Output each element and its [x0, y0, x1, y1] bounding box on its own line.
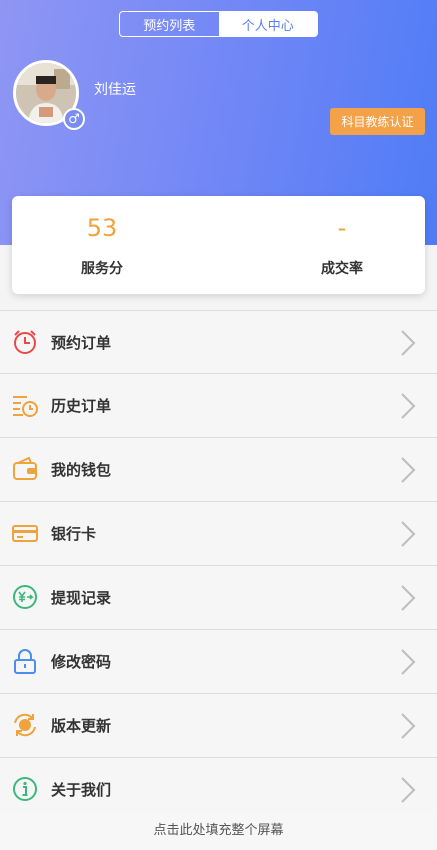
fill-screen-prompt[interactable]: 点击此处填充整个屏幕 [0, 812, 437, 850]
menu-item-label: 预约订单 [51, 334, 112, 352]
info-icon [13, 777, 37, 801]
menu-item-my-wallet[interactable]: 我的钱包 [0, 438, 437, 502]
service-score-value: 53 [86, 214, 118, 242]
menu-item-withdrawal-records[interactable]: 提现记录 [0, 566, 437, 630]
refresh-icon [14, 713, 36, 737]
withdraw-yen-icon [13, 585, 37, 609]
username: 刘佳运 [94, 82, 136, 98]
menu-item-label: 提现记录 [51, 589, 112, 607]
menu-item-change-password[interactable]: 修改密码 [0, 630, 437, 694]
service-score-stat[interactable]: 53 服务分 [12, 196, 192, 294]
menu-item-label: 历史订单 [51, 397, 112, 415]
segmented-control: 预约列表 个人中心 [119, 11, 318, 37]
chevron-right-icon [401, 649, 416, 675]
chevron-right-icon [401, 777, 416, 803]
menu-item-appointment-orders[interactable]: 预约订单 [0, 310, 437, 374]
conversion-rate-stat[interactable]: - 成交率 [252, 196, 432, 294]
tab-personal-center[interactable]: 个人中心 [218, 12, 317, 36]
coach-certification-button[interactable]: 科目教练认证 [330, 108, 425, 135]
chevron-right-icon [401, 521, 416, 547]
menu-list: 预约订单 历史订单 我的钱包 银行卡 提现记录 修改密码 版本更新 关于我们 [0, 310, 437, 822]
stats-card: 53 服务分 - 成交率 [12, 196, 425, 294]
chevron-right-icon [401, 457, 416, 483]
lock-icon [14, 649, 36, 674]
menu-item-version-update[interactable]: 版本更新 [0, 694, 437, 758]
bank-card-icon [12, 525, 38, 542]
menu-item-label: 我的钱包 [51, 461, 112, 479]
menu-item-label: 版本更新 [51, 717, 112, 735]
menu-item-label: 修改密码 [51, 653, 112, 671]
conversion-rate-label: 成交率 [321, 261, 363, 277]
chevron-right-icon [401, 393, 416, 419]
service-score-label: 服务分 [81, 261, 123, 277]
conversion-rate-value: - [337, 214, 347, 242]
history-clock-icon [13, 396, 38, 417]
menu-item-history-orders[interactable]: 历史订单 [0, 374, 437, 438]
chevron-right-icon [401, 713, 416, 739]
chevron-right-icon [401, 585, 416, 611]
male-gender-icon: ♂ [63, 108, 85, 130]
menu-item-bank-card[interactable]: 银行卡 [0, 502, 437, 566]
menu-item-label: 关于我们 [51, 781, 112, 799]
chevron-right-icon [401, 330, 416, 356]
alarm-clock-icon [14, 330, 36, 354]
wallet-icon [13, 456, 37, 480]
tab-appointment-list[interactable]: 预约列表 [120, 12, 219, 36]
menu-item-label: 银行卡 [51, 525, 97, 543]
